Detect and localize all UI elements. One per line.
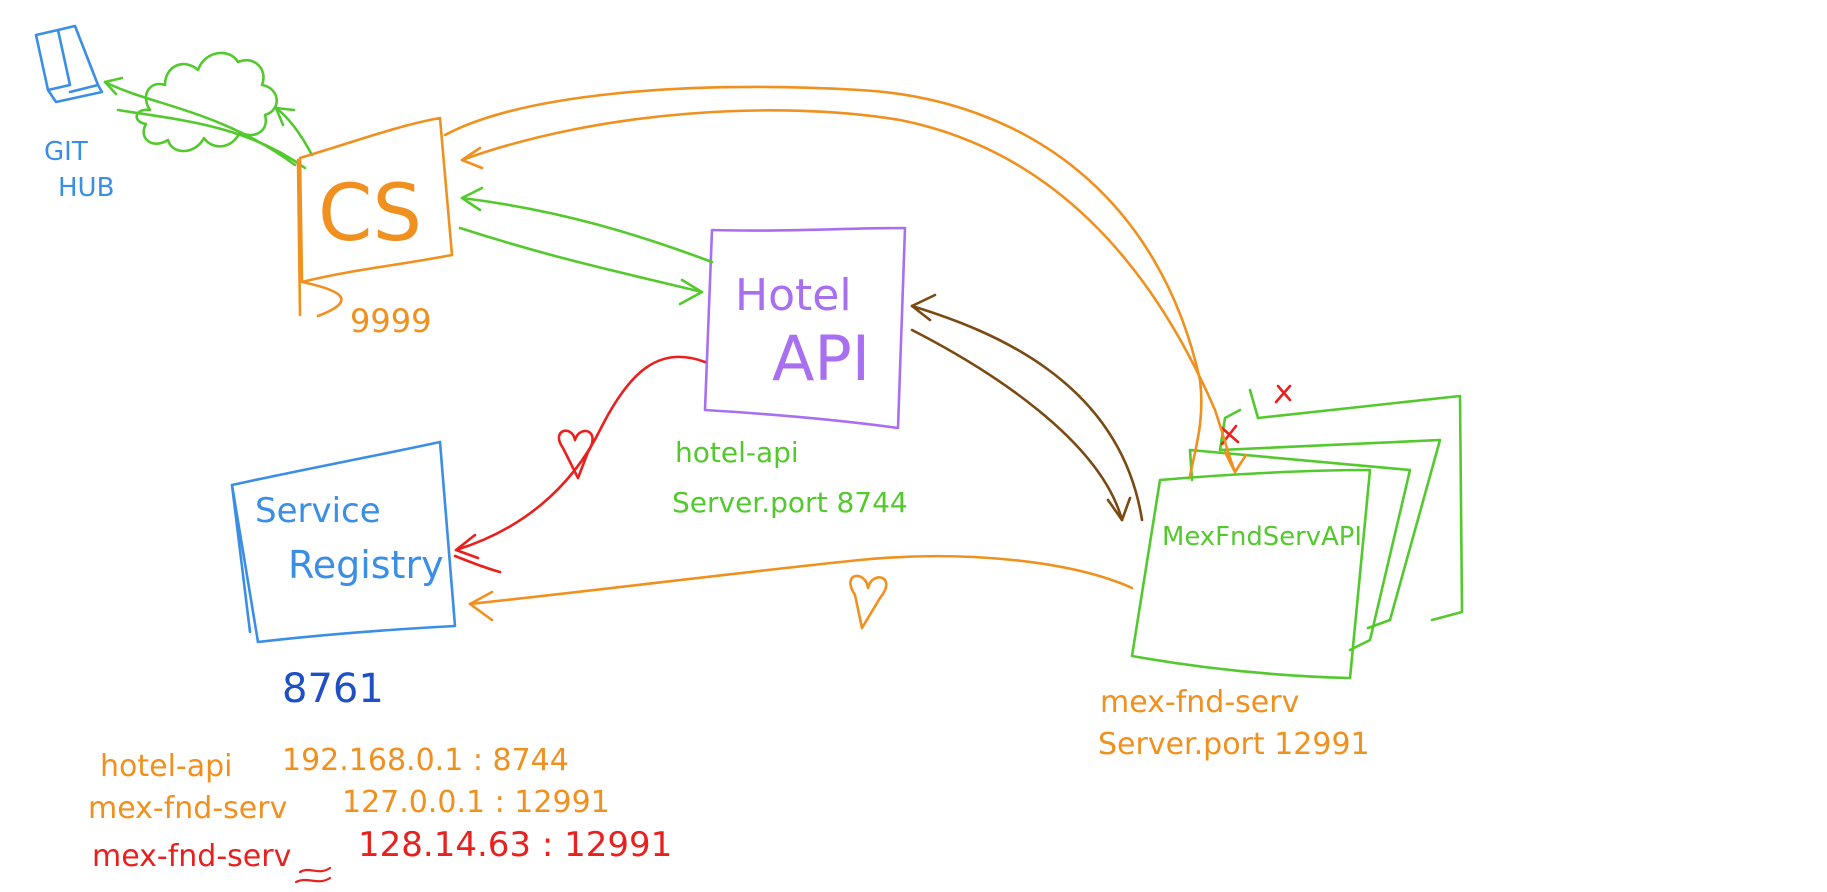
service-registry-label-line2: Registry: [288, 543, 444, 587]
config-server-port: 9999: [350, 302, 431, 340]
registry-row-1-address: 192.168.0.1 : 8744: [282, 743, 569, 778]
mex-box-label: MexFndServAPI: [1162, 522, 1362, 552]
config-server-label: CS: [318, 169, 422, 259]
hotel-api-port: Server.port 8744: [672, 486, 908, 519]
mex-instance-back: [1248, 384, 1464, 622]
architecture-sketch: GIT HUB CS 9999 Hotel API hotel-api Serv…: [34, 24, 1464, 884]
registry-row-3-name: mex-fnd-serv: [92, 839, 291, 874]
github-icon: [34, 24, 104, 104]
github-to-cs-arrows: [103, 76, 314, 170]
mex-instance-middle: [1218, 408, 1442, 630]
service-registry-port: 8761: [282, 666, 384, 712]
hotel-heart-icon: [557, 429, 594, 480]
hotel-mex-arrows: [910, 293, 1144, 522]
service-registry-label-line1: Service: [255, 491, 381, 531]
registry-row-2-address: 127.0.0.1 : 12991: [342, 785, 610, 820]
cs-hotel-arrows: [458, 186, 714, 306]
mex-heartbeat-arrow: [468, 554, 1134, 622]
registry-table: hotel-api 192.168.0.1 : 8744 mex-fnd-ser…: [88, 743, 672, 884]
mex-name: mex-fnd-serv: [1100, 685, 1299, 720]
mex-port: Server.port 12991: [1098, 727, 1370, 762]
hotel-api-label-line1: Hotel: [735, 270, 852, 321]
hotel-heartbeat-arrow: [453, 355, 707, 574]
registry-row-3-address: 128.14.63 : 12991: [358, 825, 672, 865]
registry-row-3-underline: [294, 866, 332, 884]
github-label-line2: HUB: [58, 173, 114, 203]
hotel-api-name: hotel-api: [675, 436, 799, 469]
hotel-api-label-line2: API: [772, 322, 870, 395]
registry-row-2-name: mex-fnd-serv: [88, 791, 287, 826]
registry-row-1-name: hotel-api: [100, 749, 233, 784]
mex-heart-icon: [849, 574, 888, 630]
service-registry-box: [230, 440, 457, 644]
mex-instance-front: [1130, 468, 1372, 680]
github-label-line1: GIT: [44, 137, 88, 167]
